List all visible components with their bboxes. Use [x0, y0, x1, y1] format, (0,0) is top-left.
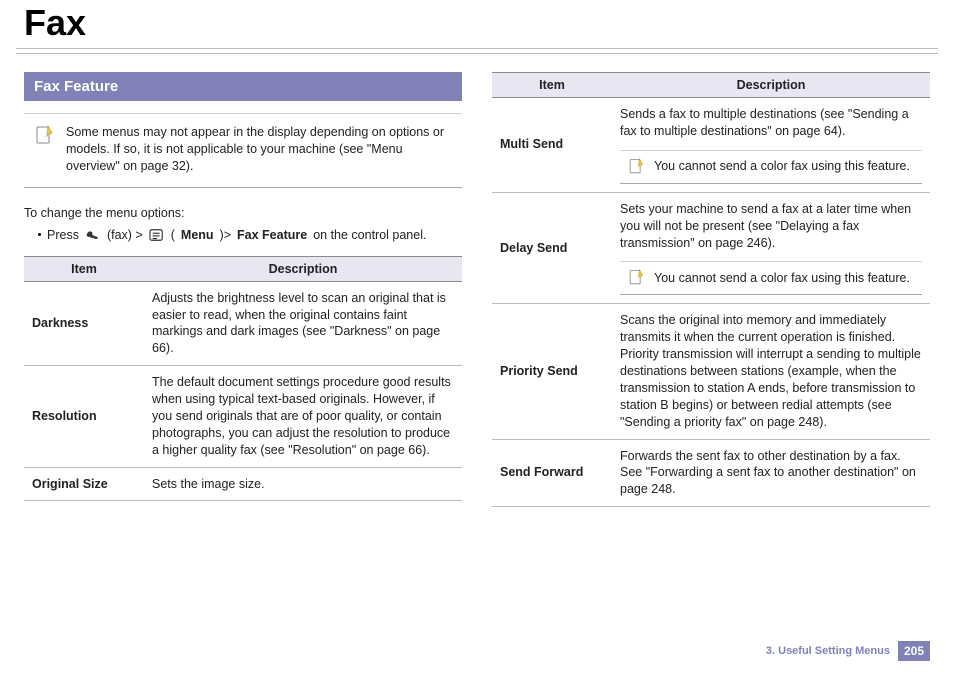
head-desc: Description	[612, 73, 930, 98]
table-row: Resolution The default document settings…	[24, 366, 462, 467]
desc-cell: Sends a fax to multiple destinations (se…	[612, 98, 930, 193]
page-title: Fax	[24, 2, 954, 44]
item-cell: Delay Send	[492, 192, 612, 304]
inline-note: You cannot send a color fax using this f…	[620, 150, 922, 184]
fax-text: (fax) >	[107, 228, 143, 242]
bullet-dot	[38, 233, 41, 236]
content-columns: Fax Feature Some menus may not appear in…	[0, 54, 954, 507]
item-cell: Resolution	[24, 366, 144, 467]
head-item: Item	[24, 256, 144, 281]
item-cell: Multi Send	[492, 98, 612, 193]
desc-cell: Sets the image size.	[144, 467, 462, 501]
menu-icon	[149, 228, 165, 242]
table-row: Priority Send Scans the original into me…	[492, 304, 930, 439]
item-cell: Original Size	[24, 467, 144, 501]
note-icon	[626, 157, 646, 177]
desc-cell: Adjusts the brightness level to scan an …	[144, 281, 462, 366]
head-desc: Description	[144, 256, 462, 281]
press-text: Press	[47, 228, 79, 242]
note-icon	[626, 268, 646, 288]
table-row: Multi Send Sends a fax to multiple desti…	[492, 98, 930, 193]
inline-note: You cannot send a color fax using this f…	[620, 261, 922, 295]
note-box: Some menus may not appear in the display…	[24, 113, 462, 188]
item-cell: Darkness	[24, 281, 144, 366]
desc-cell: Scans the original into memory and immed…	[612, 304, 930, 439]
table-row: Delay Send Sets your machine to send a f…	[492, 192, 930, 304]
note-text: Some menus may not appear in the display…	[66, 124, 454, 175]
left-column: Fax Feature Some menus may not appear in…	[24, 72, 462, 507]
fax-icon	[85, 228, 101, 242]
intro-text: To change the menu options:	[24, 206, 462, 220]
page-number: 205	[898, 641, 930, 661]
menu-close: )>	[220, 228, 231, 242]
chapter-label: 3. Useful Setting Menus	[766, 645, 890, 657]
right-table: Item Description Multi Send Sends a fax …	[492, 72, 930, 507]
page-footer: 3. Useful Setting Menus 205	[766, 641, 930, 661]
desc-cell: Sets your machine to send a fax at a lat…	[612, 192, 930, 304]
desc-text: Sends a fax to multiple destinations (se…	[620, 106, 922, 140]
instruction-line: Press (fax) > ( Menu )> Fax Feature on the…	[38, 228, 462, 242]
inline-note-text: You cannot send a color fax using this f…	[654, 158, 910, 175]
table-head-row: Item Description	[24, 256, 462, 281]
table-head-row: Item Description	[492, 73, 930, 98]
menu-open: (	[171, 228, 175, 242]
desc-text: Sets your machine to send a fax at a lat…	[620, 201, 922, 252]
head-item: Item	[492, 73, 612, 98]
tail-text: on the control panel.	[313, 228, 426, 242]
table-row: Original Size Sets the image size.	[24, 467, 462, 501]
table-row: Send Forward Forwards the sent fax to ot…	[492, 439, 930, 507]
table-row: Darkness Adjusts the brightness level to…	[24, 281, 462, 366]
feature-label: Fax Feature	[237, 228, 307, 242]
item-cell: Priority Send	[492, 304, 612, 439]
desc-cell: The default document settings procedure …	[144, 366, 462, 467]
inline-note-text: You cannot send a color fax using this f…	[654, 270, 910, 287]
item-cell: Send Forward	[492, 439, 612, 507]
section-title: Fax Feature	[24, 72, 462, 101]
note-icon	[32, 124, 56, 148]
left-table: Item Description Darkness Adjusts the br…	[24, 256, 462, 502]
desc-cell: Forwards the sent fax to other destinati…	[612, 439, 930, 507]
menu-label: Menu	[181, 228, 214, 242]
right-column: Item Description Multi Send Sends a fax …	[492, 72, 930, 507]
